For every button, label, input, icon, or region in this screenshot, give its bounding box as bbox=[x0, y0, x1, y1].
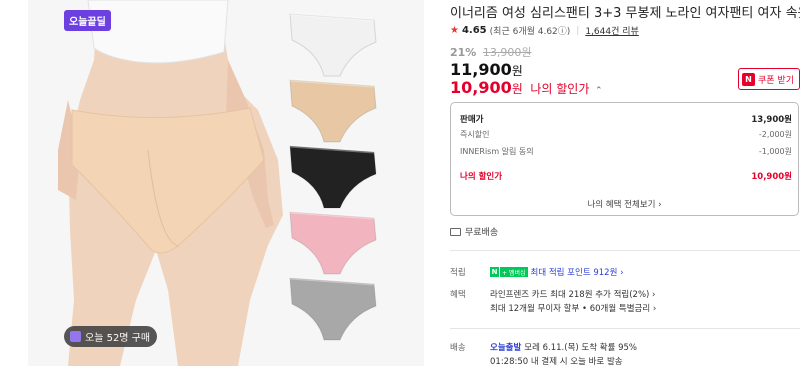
breakdown-value: 13,900원 bbox=[751, 115, 792, 125]
breakdown-value: -2,000원 bbox=[758, 130, 792, 139]
color-swatch bbox=[289, 12, 377, 77]
divider-bar: | bbox=[576, 25, 580, 36]
product-title: 이너리즘 여성 심리스팬티 3+3 무봉제 노라인 여자팬티 여자 속옷 bbox=[450, 6, 800, 21]
breakdown-row-instant: 즉시할인 -2,000원 bbox=[460, 129, 792, 140]
benefits-label: 혜택 bbox=[450, 290, 466, 300]
my-price-won: 원 bbox=[511, 82, 523, 96]
breakdown-value: -1,000원 bbox=[758, 147, 792, 156]
review-count-link[interactable]: 1,644건 리뷰 bbox=[585, 24, 638, 37]
breakdown-label: INNERism 알림 동의 bbox=[460, 147, 534, 156]
original-price: 13,900원 bbox=[482, 46, 532, 59]
breakdown-row-alert: INNERism 알림 동의 -1,000원 bbox=[460, 146, 792, 157]
star-icon: ★ bbox=[450, 25, 459, 36]
breakdown-row-list-price: 판매가 13,900원 bbox=[460, 113, 792, 125]
my-price-label: 나의 할인가 bbox=[530, 82, 590, 96]
naver-n-icon: N bbox=[490, 267, 499, 277]
color-swatch bbox=[289, 144, 377, 209]
free-shipping-tag: 무료배송 bbox=[450, 225, 498, 238]
installment-benefit-link[interactable]: 최대 12개월 무이자 할부 • 60개월 특별금리 › bbox=[490, 302, 656, 314]
naver-plus-badge: N + 멤버십 bbox=[490, 267, 528, 277]
ship-today-tag: 오늘출발 bbox=[490, 343, 522, 353]
rating-score: 4.65 bbox=[461, 25, 487, 36]
color-swatch bbox=[289, 210, 377, 275]
color-swatch bbox=[289, 276, 377, 341]
view-all-benefits-link[interactable]: 나의 혜택 전체보기 › bbox=[451, 198, 798, 210]
section-divider bbox=[450, 250, 800, 251]
product-image[interactable]: 오늘끝딜 오늘 52명 구매 bbox=[28, 0, 424, 366]
sale-price-won: 원 bbox=[511, 64, 523, 78]
chevron-up-icon: ⌃ bbox=[594, 86, 603, 96]
breakdown-value: 10,900원 bbox=[751, 172, 792, 182]
discount-row: 21% 13,900원 bbox=[450, 44, 531, 60]
membership-tag: + 멤버십 bbox=[499, 267, 528, 277]
truck-icon bbox=[450, 227, 461, 236]
delivery-label: 배송 bbox=[450, 343, 466, 353]
points-label: 적립 bbox=[450, 268, 466, 278]
rating-row: ★ 4.65 (최근 6개월 4.62ⓘ) | 1,644건 리뷰 bbox=[450, 24, 639, 37]
card-benefit-link[interactable]: 라인프렌즈 카드 최대 218원 추가 적립(2%) › bbox=[490, 288, 655, 300]
discount-rate: 21% bbox=[450, 46, 477, 59]
color-swatch bbox=[289, 78, 377, 143]
max-points-link[interactable]: 최대 적립 포인트 912원 › bbox=[531, 266, 624, 278]
delivery-row: 오늘출발 모레 6.11.(목) 도착 확률 95% bbox=[490, 341, 637, 353]
breakdown-row-my-price: 나의 할인가 10,900원 bbox=[460, 170, 792, 182]
sale-price: 11,900원 bbox=[450, 60, 523, 79]
free-shipping-label: 무료배송 bbox=[465, 228, 499, 238]
section-divider bbox=[450, 328, 800, 329]
dispatch-countdown: 01:28:50 내 결제 시 오늘 바로 발송 bbox=[490, 357, 623, 366]
recent-rating[interactable]: (최근 6개월 4.62ⓘ) bbox=[490, 24, 571, 37]
color-swatches bbox=[289, 12, 377, 341]
my-price-value: 10,900 bbox=[450, 78, 512, 97]
points-row[interactable]: N + 멤버십 최대 적립 포인트 912원 › bbox=[490, 266, 624, 278]
coupon-button[interactable]: N 쿠폰 받기 bbox=[738, 68, 800, 90]
coupon-label: 쿠폰 받기 bbox=[758, 75, 794, 86]
sale-price-value: 11,900 bbox=[450, 60, 512, 79]
breakdown-label: 판매가 bbox=[460, 115, 484, 125]
arrival-estimate: 모레 6.11.(목) 도착 확률 95% bbox=[524, 343, 637, 353]
breakdown-label: 즉시할인 bbox=[460, 130, 490, 139]
breakdown-label: 나의 할인가 bbox=[460, 172, 503, 182]
naver-n-icon: N bbox=[742, 72, 755, 86]
my-discount-price[interactable]: 10,900원 나의 할인가 ⌃ bbox=[450, 78, 603, 97]
price-breakdown-box: 판매가 13,900원 즉시할인 -2,000원 INNERism 알림 동의 … bbox=[450, 102, 799, 216]
